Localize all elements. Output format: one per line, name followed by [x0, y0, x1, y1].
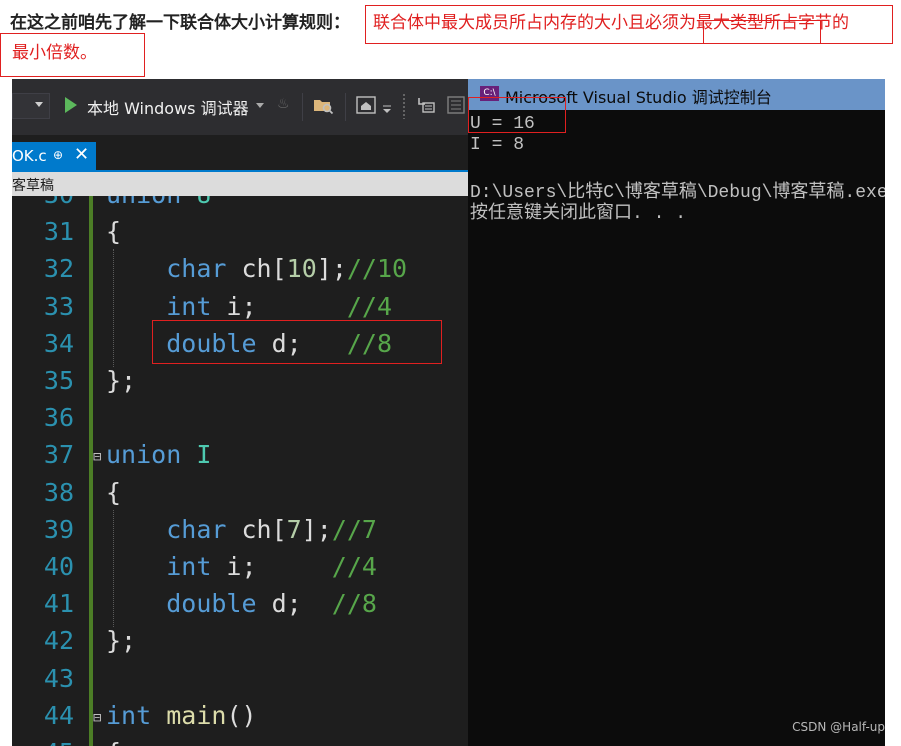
collapse-icon[interactable]: ⊟ [93, 449, 101, 465]
code-text: double d; //8 [166, 589, 377, 619]
code-line[interactable]: 37 ⊟ union I [12, 440, 468, 477]
line-number: 35 [43, 366, 74, 395]
code-text: char ch[10];//10 [166, 254, 408, 284]
double-member-highlight-box [152, 320, 442, 364]
watermark: CSDN @Half-up [792, 720, 885, 734]
intro-heading: 在这之前咱先了解一下联合体大小计算规则： [10, 13, 350, 33]
toolbar-divider [302, 93, 303, 121]
close-icon[interactable]: ✕ [74, 144, 89, 165]
navigation-bar[interactable]: 客草稿 [12, 172, 468, 196]
output-highlight-box [468, 97, 566, 133]
code-text: union I [106, 440, 212, 470]
line-number: 41 [43, 589, 74, 619]
code-line[interactable]: 43 [12, 664, 468, 701]
brace-guide [113, 249, 114, 367]
debugger-chevron-down-icon[interactable] [256, 103, 264, 108]
line-number: 39 [43, 514, 74, 544]
code-text: char ch[7];//7 [166, 514, 377, 544]
code-line[interactable]: 39 char ch[7];//7 [12, 515, 468, 552]
code-text: }; [106, 626, 137, 656]
code-line[interactable]: 38 { [12, 478, 468, 515]
collapse-icon[interactable]: ⊟ [93, 710, 101, 726]
debug-console-window: C:\ Microsoft Visual Studio 调试控制台 U = 16… [468, 79, 885, 746]
code-text: }; [106, 366, 137, 395]
largest-type-highlight-box [703, 20, 821, 44]
code-line[interactable]: 42}; [12, 626, 468, 663]
home-view-icon[interactable] [355, 95, 377, 115]
local-debugger-button[interactable]: 本地 Windows 调试器 [87, 95, 249, 119]
console-output-line: I = 8 [470, 135, 525, 155]
line-number: 37 [43, 440, 74, 470]
line-number: 44 [43, 700, 74, 730]
code-line[interactable]: 44 ⊟ int main() [12, 701, 468, 738]
code-line[interactable]: 32 char ch[10];//10 [12, 254, 468, 291]
configuration-dropdown[interactable] [12, 93, 50, 119]
flame-icon[interactable]: ♨ [277, 96, 290, 112]
brace-guide [113, 509, 114, 628]
code-text: { [106, 477, 122, 507]
code-editor-window: 本地 Windows 调试器 ♨ OK.c ⊕ ✕ 客草稿 30union U3… [12, 79, 468, 746]
pin-icon[interactable]: ⊕ [53, 148, 63, 162]
dropdown-arrow-icon[interactable] [382, 95, 392, 115]
code-line[interactable]: 45 { [12, 738, 468, 746]
tab-filename: OK.c [12, 147, 47, 165]
line-number: 36 [43, 403, 74, 433]
project-scope-label: 客草稿 [12, 178, 54, 194]
code-text: int i; //4 [166, 552, 377, 581]
toolbar-grip[interactable] [402, 93, 406, 119]
line-number: 31 [43, 217, 74, 247]
code-text: { [106, 217, 122, 247]
code-text: int i; //4 [166, 291, 392, 321]
line-number: 42 [43, 626, 74, 656]
toolbar: 本地 Windows 调试器 ♨ [12, 79, 468, 135]
code-line[interactable]: 30 union U [12, 196, 468, 217]
code-line[interactable]: 36 [12, 403, 468, 440]
toolbar-divider [345, 93, 346, 121]
step-into-icon[interactable] [415, 95, 437, 115]
rule-highlight-box-continued [0, 33, 145, 77]
chevron-down-icon [35, 102, 43, 107]
console-output-line: 按任意键关闭此窗口. . . [470, 204, 687, 224]
code-line[interactable]: 40 int i; //4 [12, 552, 468, 589]
line-number: 38 [43, 477, 74, 507]
line-number: 30 [26, 196, 74, 209]
code-text: { [106, 738, 121, 746]
code-line[interactable]: 41 double d; //8 [12, 589, 468, 626]
code-text: int main() [106, 700, 257, 730]
code-area[interactable]: 30union U31{32 char ch[10];//1033 int i;… [12, 196, 468, 746]
play-icon[interactable] [65, 97, 77, 113]
folder-search-icon[interactable] [312, 95, 334, 115]
line-number: 33 [43, 291, 74, 321]
line-number: 32 [43, 254, 74, 284]
line-number: 45 [26, 738, 74, 746]
line-number: 34 [43, 328, 74, 358]
code-line[interactable]: 31 { [12, 217, 468, 254]
line-number: 40 [43, 552, 74, 581]
comment-icon[interactable] [444, 95, 468, 115]
code-line[interactable]: 35}; [12, 366, 468, 403]
code-text: union U [106, 196, 211, 209]
tab-source-file[interactable]: OK.c ⊕ ✕ [12, 142, 96, 170]
line-number: 43 [43, 663, 74, 693]
